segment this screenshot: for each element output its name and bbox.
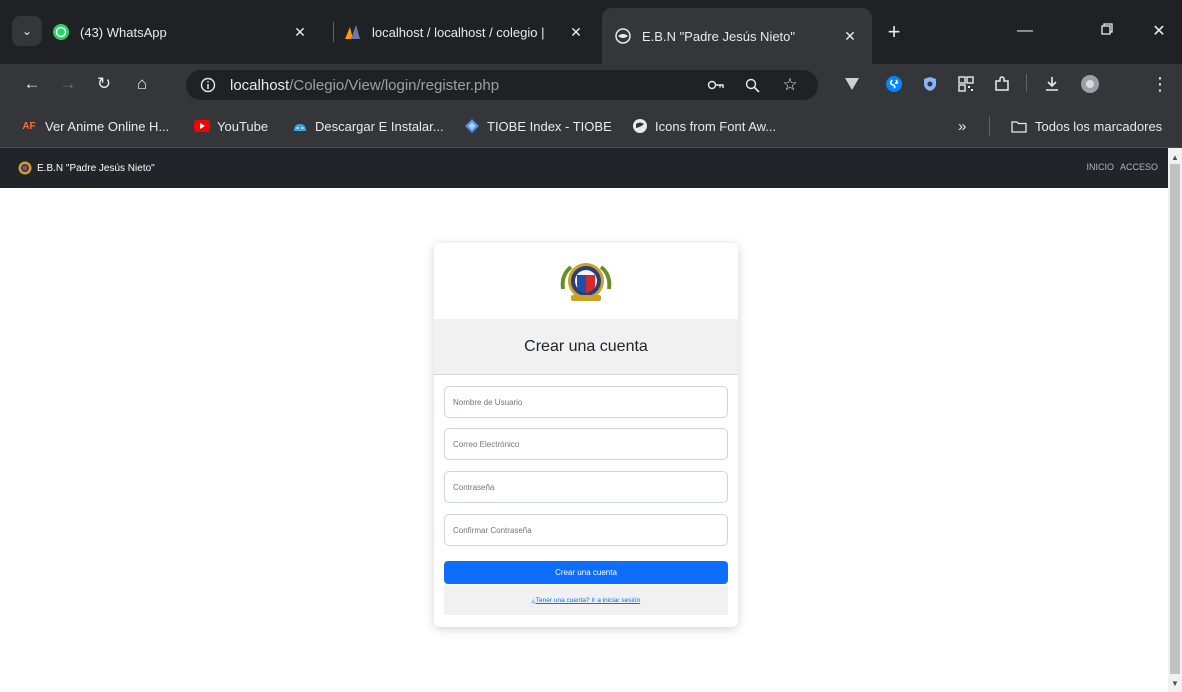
zoom-icon[interactable] bbox=[742, 75, 762, 95]
register-card: Crear una cuenta Crear una cuenta ¿Tener… bbox=[434, 243, 738, 627]
bookmark-star-icon[interactable]: ☆ bbox=[780, 75, 800, 95]
reload-button[interactable]: ↻ bbox=[88, 68, 120, 100]
bookmarks-separator bbox=[989, 116, 990, 136]
go-to-login-link[interactable]: ¿Tener una cuenta? Ir a iniciar sesión bbox=[532, 597, 640, 604]
scrollbar-thumb[interactable] bbox=[1170, 164, 1180, 674]
qr-code-icon[interactable] bbox=[956, 74, 976, 94]
more-bookmarks-button[interactable]: » bbox=[958, 116, 966, 136]
bookmarks-bar: AF Ver Anime Online H... YouTube Descarg… bbox=[0, 104, 1182, 148]
back-button[interactable]: ← bbox=[16, 68, 48, 100]
shazam-extension-icon[interactable] bbox=[884, 74, 904, 94]
confirm-password-input[interactable] bbox=[444, 514, 728, 546]
android-icon bbox=[292, 118, 308, 134]
shield-extension-icon[interactable] bbox=[920, 74, 940, 94]
school-logo-icon bbox=[18, 161, 32, 175]
close-icon: ✕ bbox=[1152, 23, 1166, 40]
password-input[interactable] bbox=[444, 471, 728, 503]
bookmark-label: Icons from Font Aw... bbox=[655, 118, 777, 134]
download-icon[interactable] bbox=[1042, 74, 1062, 94]
tab-strip: ⌄ (43) WhatsApp ✕ localhost / localhost … bbox=[0, 0, 1182, 64]
brand-name: E.B.N "Padre Jesús Nieto" bbox=[37, 162, 155, 174]
phpmyadmin-icon bbox=[344, 23, 362, 41]
tab-title: localhost / localhost / colegio | bbox=[372, 24, 545, 40]
tab-separator bbox=[333, 22, 334, 42]
browser-chrome: ⌄ (43) WhatsApp ✕ localhost / localhost … bbox=[0, 0, 1182, 148]
bookmark-youtube[interactable]: YouTube bbox=[194, 116, 268, 136]
bookmark-label: Ver Anime Online H... bbox=[45, 118, 170, 134]
close-icon[interactable]: ✕ bbox=[840, 26, 860, 46]
new-tab-button[interactable]: + bbox=[880, 18, 908, 46]
bookmark-descargar[interactable]: Descargar E Instalar... bbox=[292, 116, 444, 136]
page-scrollbar[interactable]: ▲ ▼ bbox=[1168, 148, 1182, 692]
url-path: /Colegio/View/login/register.php bbox=[289, 76, 500, 94]
nav-link-acceso[interactable]: ACCESO bbox=[1120, 162, 1158, 172]
card-footer: ¿Tener una cuenta? Ir a iniciar sesión bbox=[444, 585, 728, 615]
key-icon[interactable] bbox=[706, 75, 726, 95]
reload-icon: ↻ bbox=[96, 74, 112, 93]
minimize-button[interactable]: — bbox=[1002, 14, 1048, 48]
animeflv-icon: AF bbox=[22, 120, 36, 132]
tab-title: E.B.N "Padre Jesús Nieto" bbox=[642, 28, 796, 44]
address-bar[interactable]: localhost/Colegio/View/login/register.ph… bbox=[186, 70, 818, 100]
bookmark-fontawesome[interactable]: Icons from Font Aw... bbox=[632, 116, 776, 136]
card-header-title: Crear una cuenta bbox=[434, 319, 738, 375]
minimize-icon: — bbox=[1017, 22, 1033, 39]
browser-toolbar: ← → ↻ ⌂ localhost/Colegio/View/login/reg… bbox=[0, 64, 1182, 104]
email-input[interactable] bbox=[444, 428, 728, 460]
close-window-button[interactable]: ✕ bbox=[1136, 14, 1182, 48]
card-logo-area bbox=[434, 243, 738, 319]
scroll-up-arrow-icon[interactable]: ▲ bbox=[1168, 150, 1182, 164]
globe-icon bbox=[614, 27, 632, 45]
scroll-down-arrow-icon[interactable]: ▼ bbox=[1168, 676, 1182, 690]
home-icon: ⌂ bbox=[136, 74, 148, 93]
bookmark-label: TIOBE Index - TIOBE bbox=[487, 118, 612, 134]
tab-phpmyadmin[interactable]: localhost / localhost / colegio | ✕ bbox=[336, 8, 598, 56]
profile-avatar-icon[interactable] bbox=[1080, 74, 1100, 94]
diamond-icon bbox=[464, 118, 480, 134]
chevron-down-icon: ⌄ bbox=[21, 24, 33, 38]
all-bookmarks-button[interactable]: Todos los marcadores bbox=[1010, 116, 1162, 136]
home-button[interactable]: ⌂ bbox=[126, 68, 158, 100]
arrow-left-icon: ← bbox=[23, 74, 41, 93]
more-menu-icon[interactable]: ⋮ bbox=[1150, 74, 1170, 94]
bookmark-anime[interactable]: AF Ver Anime Online H... bbox=[20, 116, 169, 136]
bookmark-label: Descargar E Instalar... bbox=[315, 118, 444, 134]
nav-link-inicio[interactable]: INICIO bbox=[1086, 162, 1114, 172]
bookmark-label: YouTube bbox=[217, 118, 269, 134]
close-icon[interactable]: ✕ bbox=[566, 22, 586, 42]
restore-icon bbox=[1101, 22, 1113, 40]
close-icon[interactable]: ✕ bbox=[290, 22, 310, 42]
site-navbar: E.B.N "Padre Jesús Nieto" INICIO ACCESO bbox=[0, 148, 1168, 188]
bookmark-tiobe[interactable]: TIOBE Index - TIOBE bbox=[464, 116, 612, 136]
whatsapp-icon bbox=[52, 23, 70, 41]
navbar-links: INICIO ACCESO bbox=[1086, 162, 1158, 172]
page-viewport: E.B.N "Padre Jesús Nieto" INICIO ACCESO … bbox=[0, 148, 1168, 692]
tab-title: (43) WhatsApp bbox=[80, 24, 167, 40]
url-text: localhost/Colegio/View/login/register.ph… bbox=[230, 77, 499, 94]
globe-icon bbox=[632, 118, 648, 134]
folder-icon bbox=[1010, 118, 1028, 134]
forward-button[interactable]: → bbox=[52, 68, 84, 100]
tab-whatsapp[interactable]: (43) WhatsApp ✕ bbox=[52, 8, 322, 56]
tab-search-button[interactable]: ⌄ bbox=[12, 16, 42, 46]
info-icon[interactable] bbox=[198, 75, 218, 95]
username-input[interactable] bbox=[444, 386, 728, 418]
tab-active-colegio[interactable]: E.B.N "Padre Jesús Nieto" ✕ bbox=[602, 8, 872, 64]
toolbar-separator bbox=[1026, 74, 1027, 92]
navbar-brand[interactable]: E.B.N "Padre Jesús Nieto" bbox=[18, 161, 155, 175]
bookmark-label: Todos los marcadores bbox=[1035, 118, 1163, 134]
create-account-button[interactable]: Crear una cuenta bbox=[444, 561, 728, 584]
arrow-right-icon: → bbox=[59, 74, 77, 93]
school-crest-icon bbox=[560, 263, 612, 301]
double-chevron-right-icon: » bbox=[958, 117, 967, 135]
youtube-icon bbox=[194, 118, 210, 134]
restore-button[interactable] bbox=[1084, 14, 1130, 48]
url-host: localhost bbox=[230, 76, 290, 94]
plus-icon: + bbox=[887, 19, 901, 44]
extensions-puzzle-icon[interactable] bbox=[992, 74, 1012, 94]
vivaldi-extension-icon[interactable] bbox=[842, 74, 862, 94]
